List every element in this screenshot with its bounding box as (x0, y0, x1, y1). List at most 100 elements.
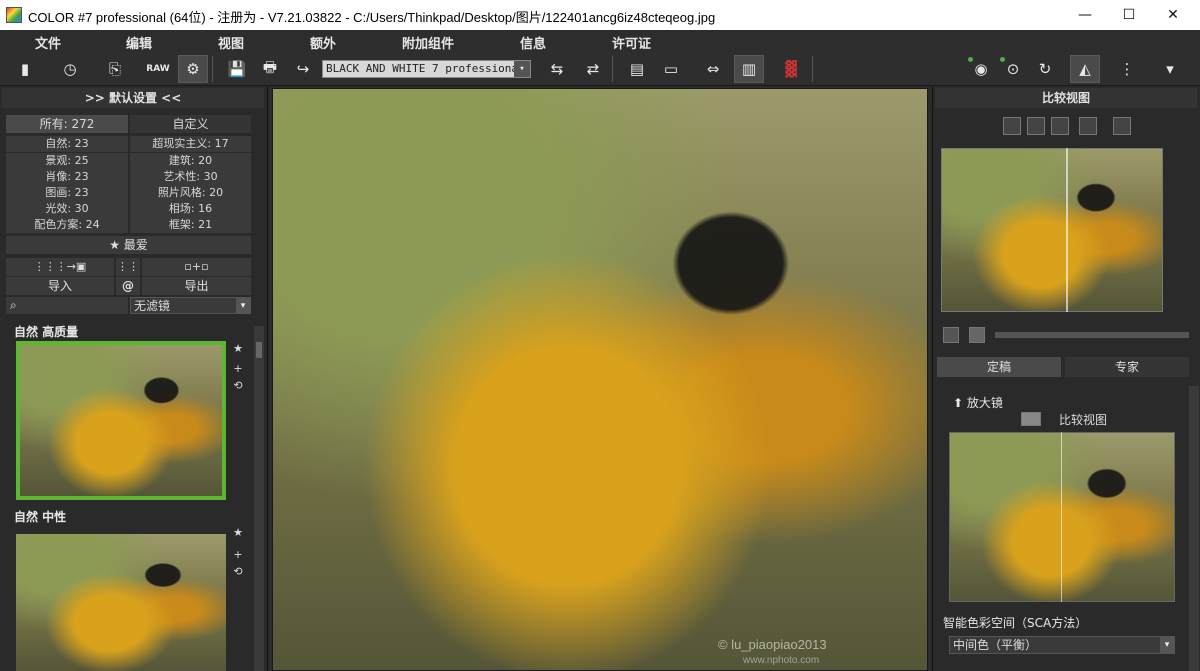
category-landscape[interactable]: 景观: 25 (6, 153, 128, 169)
category-field[interactable]: 相场: 16 (130, 201, 251, 217)
category-architecture[interactable]: 建筑: 20 (130, 153, 251, 169)
close-button[interactable]: ✕ (1150, 0, 1196, 30)
toolbar-separator (612, 56, 613, 82)
preset-thumbnail[interactable] (16, 534, 226, 671)
eye-icon[interactable]: ◉ (966, 55, 996, 83)
menu-addons[interactable]: 附加组件 (402, 33, 454, 52)
resize-icon[interactable]: ⇔ (698, 55, 728, 83)
copy-icon[interactable]: ⎘ (100, 55, 130, 83)
sca-label: 智能色彩空间（SCA方法） (943, 616, 1088, 630)
raw-icon[interactable]: RAW (143, 55, 173, 83)
compare-mode-icon[interactable]: ⇆ (542, 55, 572, 83)
toolbar: ▮ ◷ ⎘ RAW ⚙ 💾 🖶 ↪ BLACK AND WHITE 7 prof… (0, 52, 1200, 86)
menu-view[interactable]: 视图 (218, 33, 244, 52)
fit-view-icon[interactable] (1113, 117, 1131, 135)
preset-label: 自然 中性 (14, 510, 67, 524)
star-icon[interactable]: ★ (231, 526, 245, 539)
filter-select[interactable]: BLACK AND WHITE 7 professional ▾ (322, 60, 531, 78)
tab-finished[interactable]: 定稿 (937, 357, 1061, 377)
compare-preview[interactable] (941, 148, 1163, 312)
maximize-button[interactable]: ☐ (1106, 0, 1152, 30)
presets-panel: >> 默认设置 << 所有: 272 自定义 自然: 23 超现实主义: 17 … (0, 86, 268, 671)
rotate-icon[interactable]: ↻ (1030, 55, 1060, 83)
export-icon[interactable]: ↪ (288, 55, 318, 83)
split-diagonal-reverse-icon[interactable] (1079, 117, 1097, 135)
presets-scrollbar[interactable] (254, 326, 264, 671)
import-grid-icon[interactable]: ⋮⋮⋮→▣ (6, 258, 114, 276)
menu-file[interactable]: 文件 (35, 33, 61, 52)
menu-info[interactable]: 信息 (520, 33, 546, 52)
menu-license[interactable]: 许可证 (612, 33, 651, 52)
magnifier-preview[interactable] (949, 432, 1175, 602)
minimize-button[interactable]: — (1062, 0, 1108, 30)
filter-dropdown-value: 无滤镜 (134, 299, 171, 313)
chevron-down-icon: ▾ (1160, 637, 1174, 653)
refresh-icon[interactable]: ⟲ (231, 565, 245, 578)
tab-all[interactable]: 所有: 272 (6, 115, 128, 133)
filter-select-value: BLACK AND WHITE 7 professional (326, 62, 525, 75)
compare-toggle[interactable] (1021, 412, 1041, 426)
transfer-icon[interactable]: ⇄ (578, 55, 608, 83)
refresh-icon[interactable]: ⟲ (231, 379, 245, 392)
sca-dropdown-value: 中间色（平衡） (953, 638, 1038, 652)
dots-icon[interactable]: ⋮ (1112, 55, 1142, 83)
tab-custom[interactable]: 自定义 (130, 115, 251, 133)
filter-dropdown[interactable]: 无滤镜 ▾ (130, 297, 251, 314)
zoom-in-icon[interactable] (969, 327, 985, 343)
window-title: COLOR #7 professional (64位) - 注册为 - V7.2… (28, 10, 716, 25)
history-icon[interactable]: ◷ (55, 55, 85, 83)
scrollbar-thumb[interactable] (256, 342, 262, 358)
export-grid-icon[interactable]: ▫+▫ (142, 258, 251, 276)
category-artistic[interactable]: 艺术性: 30 (130, 169, 251, 185)
sca-dropdown[interactable]: 中间色（平衡） ▾ (949, 636, 1175, 654)
email-button[interactable]: @ (116, 277, 140, 295)
compare-scrollbar[interactable] (1189, 386, 1199, 671)
presets-header[interactable]: >> 默认设置 << (2, 88, 264, 108)
bookmark-icon[interactable]: ▥ (734, 55, 764, 83)
split-horizontal-icon[interactable] (1027, 117, 1045, 135)
magnifier-label[interactable]: ⬆ 放大镜 (953, 394, 1003, 411)
grid-settings-icon[interactable]: ⋮⋮ (116, 258, 140, 276)
compare-panel: 比较视图 定稿 专家 ⬆ 放大镜 比较视图 智能色彩空间（SCA方法） 中间色（… (932, 86, 1200, 671)
category-surreal[interactable]: 超现实主义: 17 (130, 136, 251, 152)
save-icon[interactable]: 💾 (222, 55, 252, 83)
preset-thumbnail-selected[interactable] (16, 341, 226, 500)
image-watermark: © lu_piaopiao2013 (718, 637, 827, 652)
print-icon[interactable]: 🖶 (255, 55, 285, 83)
split-vertical-icon[interactable] (1003, 117, 1021, 135)
menu-edit[interactable]: 编辑 (126, 33, 152, 52)
plus-icon[interactable]: + (231, 548, 245, 561)
compare-toggle-label: 比较视图 (1059, 413, 1108, 427)
star-icon[interactable]: ★ (231, 342, 245, 355)
split-view-icon[interactable]: ◭ (1070, 55, 1100, 83)
chevron-down-icon: ▾ (514, 61, 530, 77)
search-icon[interactable]: ⌕ (6, 297, 128, 314)
split-diagonal-icon[interactable] (1051, 117, 1069, 135)
magnifier-text: 放大镜 (966, 396, 1003, 410)
compare-divider[interactable] (1066, 148, 1068, 312)
crop-icon[interactable]: ▾ (1155, 55, 1185, 83)
category-light[interactable]: 光效: 30 (6, 201, 128, 217)
main-image-view[interactable]: © lu_piaopiao2013 www.nphoto.com (272, 88, 928, 671)
tab-expert[interactable]: 专家 (1065, 357, 1189, 377)
category-portrait[interactable]: 肖像: 23 (6, 169, 128, 185)
category-photo-style[interactable]: 照片风格: 20 (130, 185, 251, 201)
import-button[interactable]: 导入 (6, 277, 114, 295)
menu-extra[interactable]: 额外 (310, 33, 336, 52)
category-nature[interactable]: 自然: 23 (6, 136, 128, 152)
export-button[interactable]: 导出 (142, 277, 251, 295)
print-layout-icon[interactable]: ▭ (656, 55, 686, 83)
toolbar-separator (212, 56, 213, 82)
category-frame[interactable]: 框架: 21 (130, 217, 251, 233)
favorites-button[interactable]: ★ 最爱 (6, 236, 251, 254)
film-icon[interactable]: ▤ (622, 55, 652, 83)
zoom-out-icon[interactable] (943, 327, 959, 343)
category-color-scheme[interactable]: 配色方案: 24 (6, 217, 128, 233)
settings-icon[interactable]: ⚙ (178, 55, 208, 83)
category-drawing[interactable]: 图画: 23 (6, 185, 128, 201)
new-document-icon[interactable]: ▮ (10, 55, 40, 83)
clock-eye-icon[interactable]: ⊙ (998, 55, 1028, 83)
zoom-slider[interactable] (995, 332, 1189, 338)
histogram-icon[interactable]: ▓ (776, 55, 806, 83)
plus-icon[interactable]: + (231, 362, 245, 375)
